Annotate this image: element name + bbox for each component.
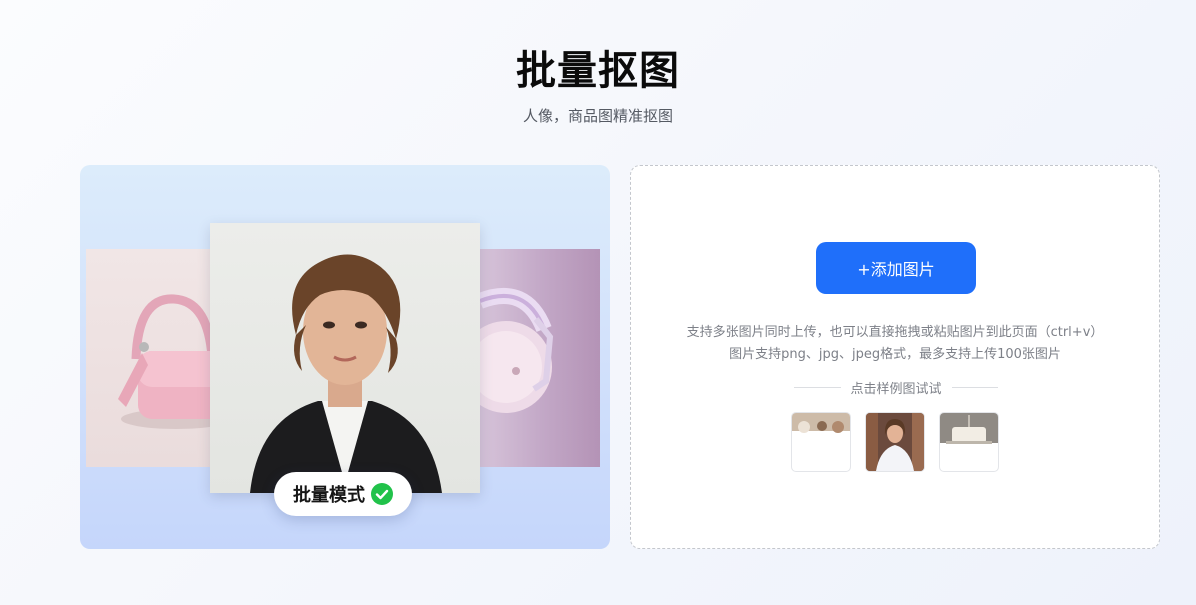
batch-mode-label: 批量模式: [293, 485, 365, 506]
headphones-photo: [476, 249, 600, 467]
page-title: 批量抠图: [516, 48, 680, 94]
upload-drop-zone[interactable]: +添加图片 支持多张图片同时上传，也可以直接拖拽或粘贴图片到此页面（ctrl+v…: [630, 165, 1160, 549]
sample-woman-photo[interactable]: [865, 412, 925, 472]
page-subtitle: 人像，商品图精准抠图: [522, 107, 673, 125]
batch-showcase: 批量模式: [80, 165, 610, 549]
sample-people-photo[interactable]: [791, 412, 851, 472]
add-image-button[interactable]: +添加图片: [816, 242, 976, 294]
check-circle-icon: [371, 483, 393, 505]
upload-hint-text: 支持多张图片同时上传，也可以直接拖拽或粘贴图片到此页面（ctrl+v）: [686, 325, 1104, 340]
format-hint-text: 图片支持png、jpg、jpeg格式，最多支持上传100张图片: [729, 347, 1061, 362]
sample-images: [791, 412, 999, 472]
sample-divider: 点击样例图试试: [794, 378, 999, 397]
portrait-photo: [210, 223, 480, 493]
divider-line: [794, 387, 841, 388]
sample-food-photo[interactable]: [939, 412, 999, 472]
divider-line: [951, 387, 999, 388]
sample-label: 点击样例图试试: [850, 382, 942, 397]
handbag-photo: [86, 249, 216, 467]
batch-mode-badge: 批量模式: [274, 472, 412, 516]
